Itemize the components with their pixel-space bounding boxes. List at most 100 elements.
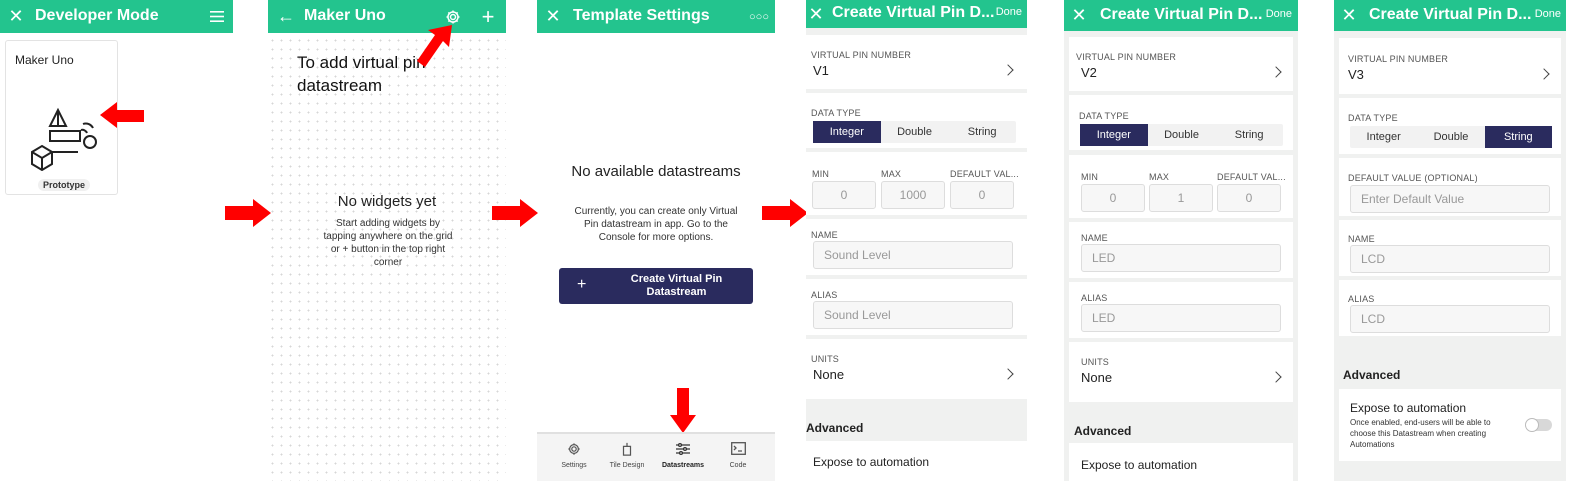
close-icon[interactable]: ✕ (541, 0, 565, 33)
nav-datastreams[interactable]: Datastreams (659, 442, 707, 469)
min-input[interactable]: 0 (812, 181, 876, 209)
expose-automation-row[interactable]: Expose to automation (806, 441, 1027, 481)
range-section: MIN MAX DEFAULT VAL... 0 1 0 (1069, 155, 1293, 218)
name-input[interactable]: LCD (1350, 245, 1550, 273)
app-header: ← Maker Uno + (268, 0, 506, 33)
empty-state-body: Currently, you can create only Virtual P… (574, 206, 738, 243)
page-title: Create Virtual Pin D... (832, 4, 995, 21)
datastreams-icon (659, 442, 707, 458)
field-label: UNITS (811, 354, 839, 364)
field-label: VIRTUAL PIN NUMBER (1348, 54, 1449, 64)
data-type-selector: Integer Double String (1350, 126, 1552, 148)
page-title: Developer Mode (35, 7, 159, 24)
units-row[interactable]: UNITS None (806, 339, 1027, 399)
type-string-option[interactable]: String (1484, 126, 1552, 148)
menu-icon[interactable] (205, 0, 229, 33)
expose-label: Expose to automation (1081, 458, 1198, 472)
back-arrow-icon[interactable]: ← (274, 0, 298, 33)
data-type-selector: Integer Double String (813, 121, 1016, 143)
type-double-option[interactable]: Double (1148, 124, 1216, 146)
default-value-input[interactable]: 0 (950, 181, 1014, 209)
app-header: ✕ Template Settings ○○○ (537, 0, 775, 33)
min-label: MIN (1081, 172, 1099, 182)
maker-uno-screen[interactable]: ← Maker Uno + To add virtual pin datastr… (268, 0, 506, 481)
page-title: Create Virtual Pin D... (1100, 6, 1263, 23)
default-value-input[interactable]: Enter Default Value (1350, 185, 1550, 213)
advanced-heading: Advanced (1343, 368, 1401, 382)
annotation-arrow-up (416, 23, 456, 74)
expose-toggle[interactable] (1525, 418, 1552, 432)
empty-state-body: Start adding widgets by tapping anywhere… (323, 218, 453, 268)
flow-arrow-right (762, 198, 808, 233)
code-icon (723, 442, 753, 458)
field-label: DATA TYPE (811, 108, 861, 118)
pin-number-row[interactable]: VIRTUAL PIN NUMBER V1 (806, 35, 1027, 89)
close-icon[interactable]: ✕ (4, 0, 28, 33)
toggle-knob (1525, 418, 1539, 432)
field-label: DEFAULT VALUE (OPTIONAL) (1348, 173, 1478, 183)
type-double-option[interactable]: Double (1417, 126, 1484, 148)
expose-label: Expose to automation (1350, 401, 1467, 415)
data-type-section: DATA TYPE Integer Double String (1069, 95, 1293, 150)
field-label: NAME (1348, 234, 1375, 244)
alias-input[interactable]: LCD (1350, 305, 1550, 333)
default-value-label: DEFAULT VAL... (1217, 172, 1286, 182)
create-virtual-pin-screen-v3: ✕ Create Virtual Pin D... Done VIRTUAL P… (1334, 0, 1566, 481)
name-input[interactable]: LED (1081, 244, 1281, 272)
nav-tile-design[interactable]: Tile Design (605, 442, 649, 469)
tile-design-icon (605, 442, 649, 458)
close-icon[interactable]: ✕ (806, 0, 828, 28)
max-label: MAX (1149, 172, 1170, 182)
alias-input[interactable]: LED (1081, 304, 1281, 332)
more-options-icon[interactable]: ○○○ (747, 0, 771, 33)
nav-settings[interactable]: Settings (557, 442, 591, 469)
default-value-input[interactable]: 0 (1217, 184, 1281, 212)
expose-label: Expose to automation (813, 455, 930, 469)
type-string-option[interactable]: String (1215, 124, 1283, 146)
name-section: NAME LED (1069, 222, 1293, 278)
create-virtual-pin-button[interactable]: + Create Virtual Pin Datastream (559, 268, 753, 304)
chevron-right-icon (1002, 64, 1014, 76)
min-input[interactable]: 0 (1081, 184, 1145, 212)
empty-state-title: No available datastreams (537, 162, 775, 181)
add-icon[interactable]: + (476, 0, 500, 33)
type-string-option[interactable]: String (948, 121, 1016, 143)
advanced-heading: Advanced (1074, 424, 1132, 438)
default-value-section: DEFAULT VALUE (OPTIONAL) Enter Default V… (1339, 158, 1561, 216)
max-input[interactable]: 1000 (881, 181, 945, 209)
field-label: VIRTUAL PIN NUMBER (811, 50, 912, 60)
done-button[interactable]: Done (1535, 8, 1561, 20)
type-integer-option[interactable]: Integer (813, 121, 881, 143)
chevron-right-icon (1538, 68, 1550, 80)
pin-number-row[interactable]: VIRTUAL PIN NUMBER V3 (1339, 38, 1561, 94)
card-title: Maker Uno (15, 53, 74, 67)
range-section: MIN MAX DEFAULT VAL... 0 1000 0 (806, 152, 1027, 215)
flow-arrow-right (492, 198, 538, 233)
type-double-option[interactable]: Double (881, 121, 949, 143)
close-icon[interactable]: ✕ (1067, 0, 1091, 31)
app-header: ✕ Create Virtual Pin D... Done (1064, 0, 1298, 31)
expose-automation-row[interactable]: Expose to automation (1069, 443, 1293, 481)
name-section: NAME LCD (1339, 220, 1561, 276)
done-button[interactable]: Done (1266, 8, 1292, 20)
field-label: NAME (811, 230, 838, 240)
done-button[interactable]: Done (996, 6, 1022, 18)
max-input[interactable]: 1 (1149, 184, 1213, 212)
type-integer-option[interactable]: Integer (1080, 124, 1148, 146)
expose-automation-row[interactable]: Expose to automation Once enabled, end-u… (1339, 389, 1561, 461)
name-section: NAME Sound Level (806, 219, 1027, 275)
field-label: ALIAS (811, 290, 838, 300)
app-header: ✕ Create Virtual Pin D... Done (1334, 0, 1566, 31)
default-value-label: DEFAULT VAL... (950, 169, 1019, 179)
alias-input[interactable]: Sound Level (813, 301, 1013, 329)
type-integer-option[interactable]: Integer (1350, 126, 1417, 148)
nav-code[interactable]: Code (723, 442, 753, 469)
create-button-label: Create Virtual Pin Datastream (630, 273, 723, 298)
pin-number-row[interactable]: VIRTUAL PIN NUMBER V2 (1069, 37, 1293, 91)
create-virtual-pin-screen-v2: ✕ Create Virtual Pin D... Done VIRTUAL P… (1064, 0, 1298, 481)
alias-section: ALIAS LED (1069, 282, 1293, 338)
flow-arrow-right (225, 198, 271, 233)
name-input[interactable]: Sound Level (813, 241, 1013, 269)
close-icon[interactable]: ✕ (1337, 0, 1361, 31)
units-row[interactable]: UNITS None (1069, 342, 1293, 402)
